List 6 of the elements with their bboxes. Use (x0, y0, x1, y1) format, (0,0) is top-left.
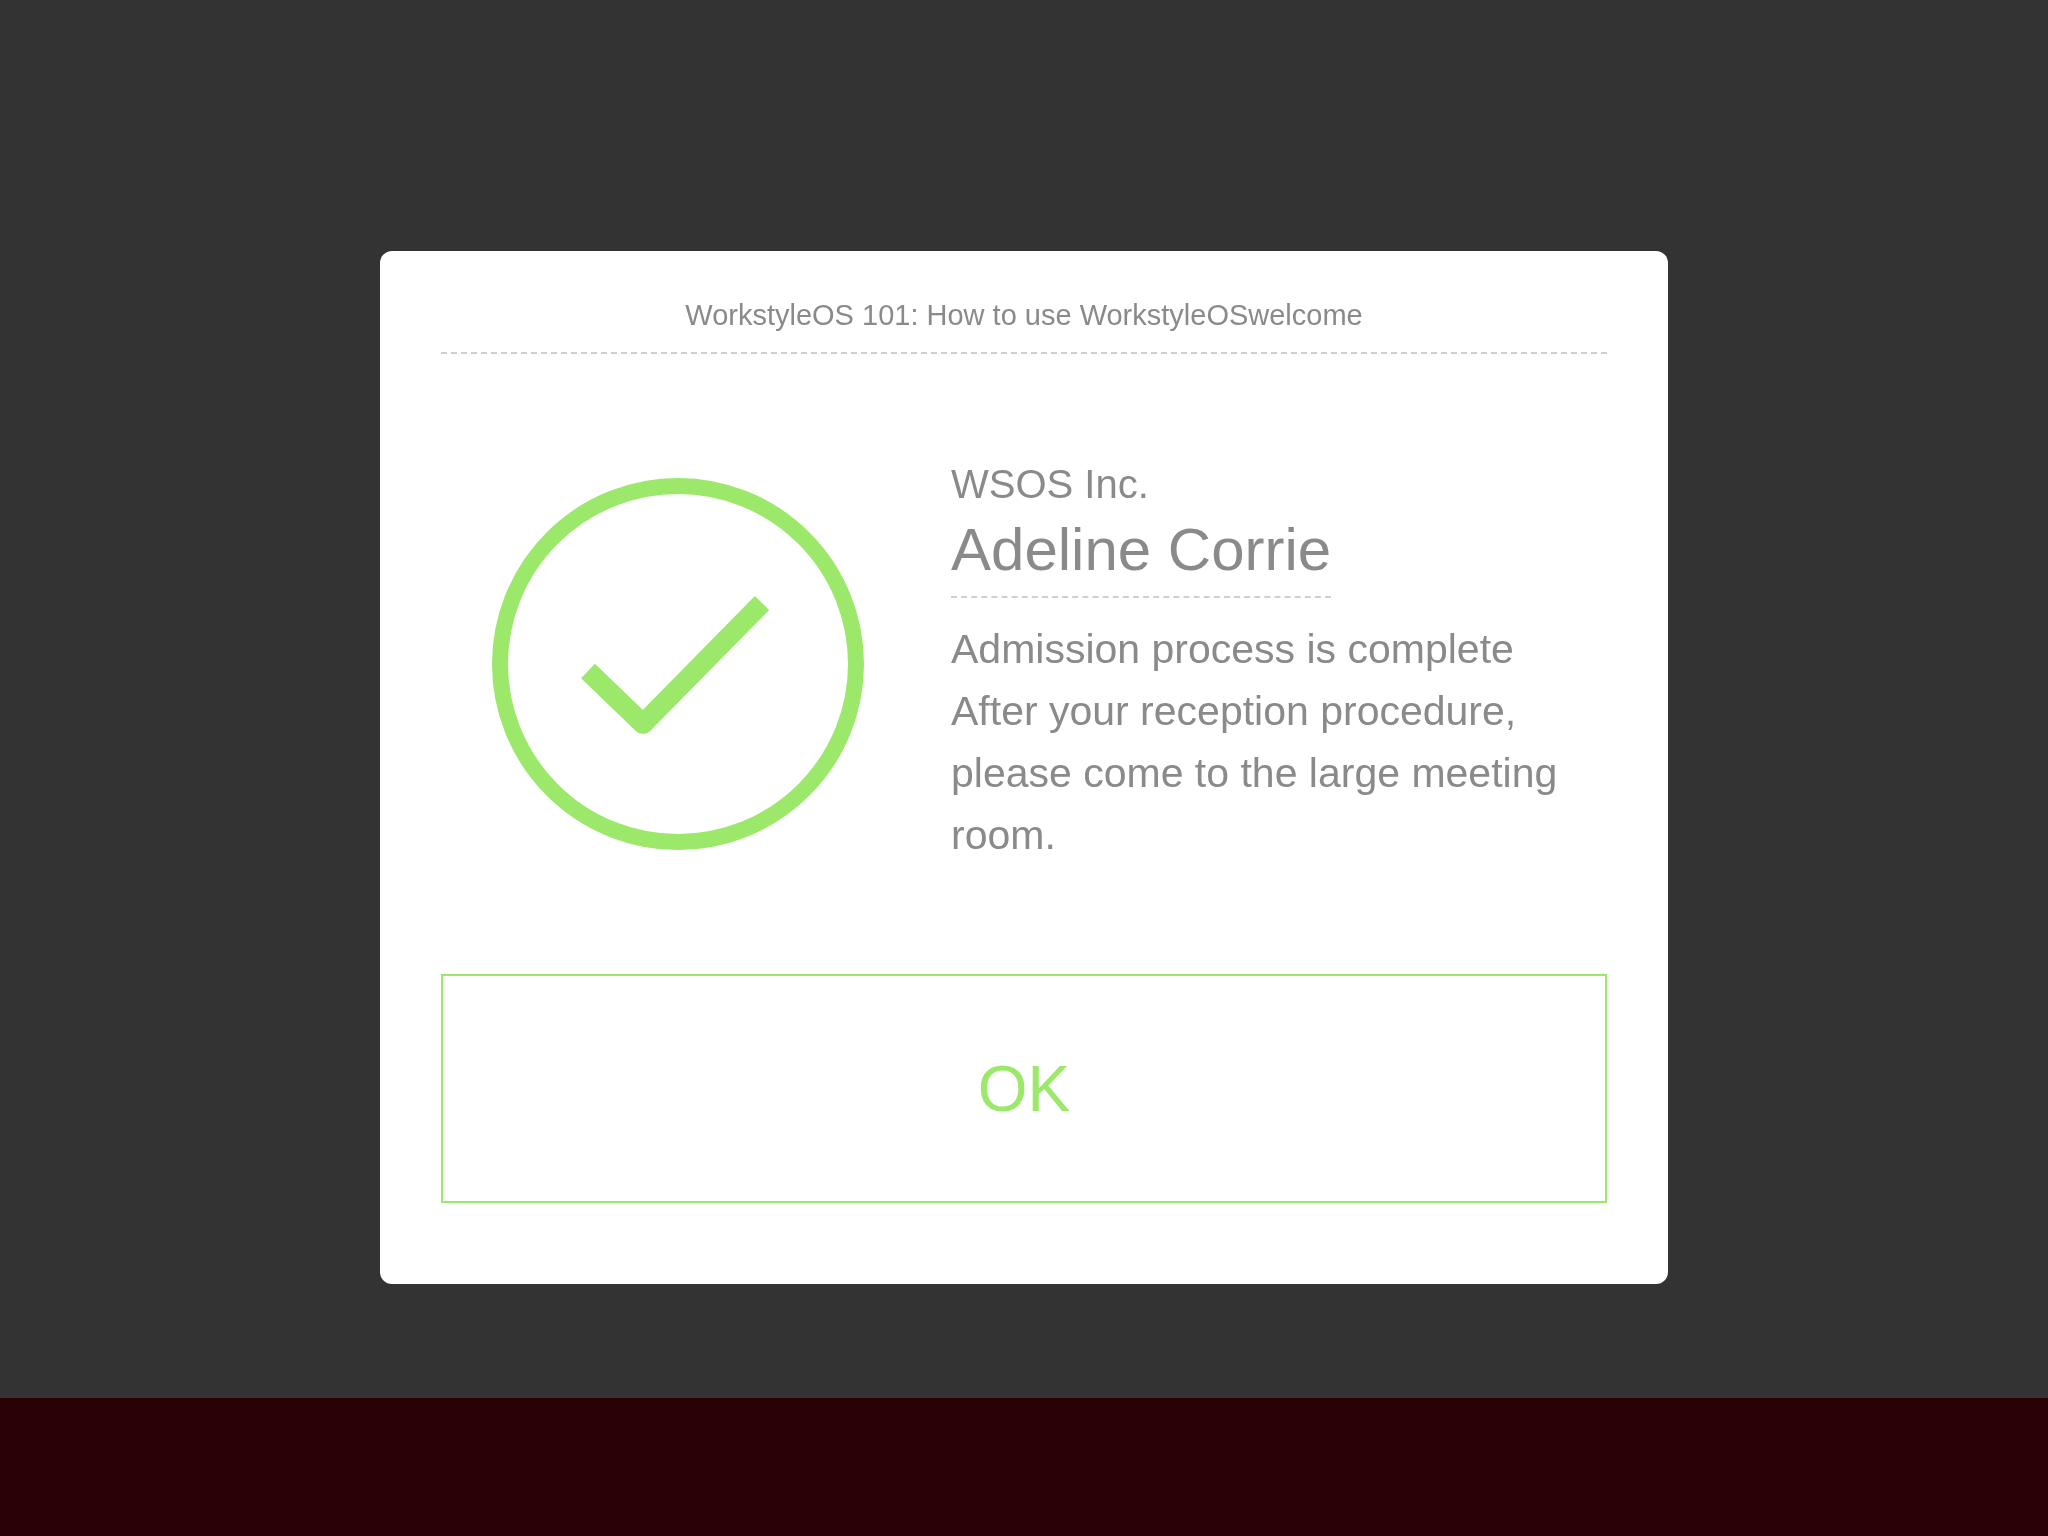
ok-button[interactable]: OK (441, 974, 1607, 1203)
company-name: WSOS Inc. (951, 462, 1149, 507)
message-text: Admission process is complete (951, 625, 1515, 674)
message-text: After your reception procedure, please come to the large meeting room. (951, 687, 1559, 860)
dialog-title: WorkstyleOS 101: How to use WorkstyleOSwelcome (441, 251, 1607, 354)
person-name: Adeline Corrie (951, 507, 1332, 598)
